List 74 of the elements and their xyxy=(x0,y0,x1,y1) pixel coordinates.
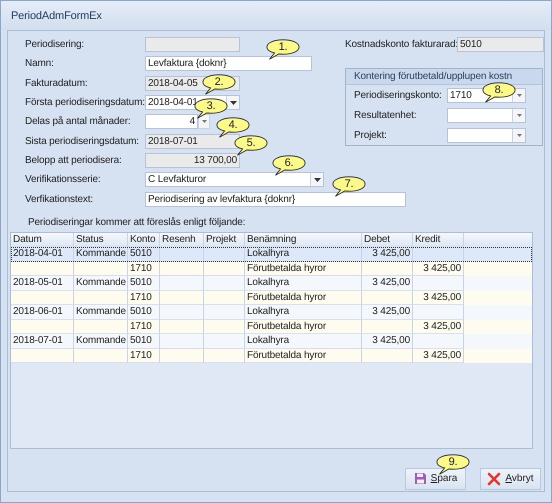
field-label: Verifikationsserie: xyxy=(25,174,102,186)
callout-tooltip: 4. xyxy=(215,117,251,139)
table-cell: 3 425,00 xyxy=(372,306,410,318)
table-row[interactable]: 1710 Förutbetalda hyror 3 425,00 xyxy=(11,262,532,276)
callout-tooltip: 8. xyxy=(481,82,517,104)
field-label: Belopp att periodisera: xyxy=(25,154,123,166)
table-cell: 1710 xyxy=(130,320,152,332)
table-cell: 2018-06-01 xyxy=(13,306,63,318)
table-cell: Lokalhyra xyxy=(247,306,290,318)
table-cell: 3 425,00 xyxy=(372,277,410,288)
field-label: Verfikationstext: xyxy=(25,194,94,205)
table-cell: 2018-05-01 xyxy=(13,277,63,288)
table-cell: 3 425,00 xyxy=(423,262,461,274)
table-row[interactable]: 1710 Förutbetalda hyror 3 425,00 xyxy=(11,290,532,306)
table-cell: Lokalhyra xyxy=(247,335,290,346)
table-cell: 3 425,00 xyxy=(423,292,461,303)
field-label: Periodiseringskonto: xyxy=(354,90,443,101)
table-cell: 3 425,00 xyxy=(372,248,410,260)
field-label: Periodisering: xyxy=(25,39,86,50)
table-row[interactable]: 2018-04-01 Kommande 5010 Lokalhyra 3 425,00 xyxy=(11,247,532,262)
table-cell: 2018-07-01 xyxy=(13,335,63,346)
field-label: Resultatenhet: xyxy=(354,110,418,121)
table-row[interactable]: 2018-07-01 Kommande 5010 Lokalhyra 3 425,00 xyxy=(11,334,532,349)
table-cell: Förutbetalda hyror xyxy=(247,262,326,274)
table-cell: Kommande xyxy=(76,306,126,318)
field-label: Delas på antal månader: xyxy=(25,116,132,128)
field-label: Kostnadskonto fakturarad: xyxy=(345,39,457,50)
save-button[interactable]: Spara xyxy=(405,468,466,490)
callout-tooltip: 5. xyxy=(233,135,269,157)
callout-tooltip: 6. xyxy=(271,155,307,177)
table-caption: Periodiseringar kommer att föreslås enligt följande: xyxy=(28,216,246,228)
text-field[interactable]: Levfaktura {doknr} xyxy=(145,56,312,72)
table-cell: 3 425,00 xyxy=(372,335,410,346)
field-label: Fakturadatum: xyxy=(25,78,89,89)
table-row[interactable]: 1710 Förutbetalda hyror 3 425,00 xyxy=(11,320,532,334)
table-cell: 5010 xyxy=(130,248,152,260)
table-row[interactable]: 2018-05-01 Kommande 5010 Lokalhyra 3 425,00 xyxy=(11,276,532,291)
callout-tooltip: 7. xyxy=(331,176,367,198)
field-label: Namn: xyxy=(25,58,55,70)
table-cell: 1710 xyxy=(130,292,152,303)
readonly-field: 13 700,00 xyxy=(145,152,240,168)
combo-box[interactable]: C Levfakturor xyxy=(145,172,324,188)
readonly-field: 5010 xyxy=(457,37,544,52)
table-cell: Förutbetalda hyror xyxy=(247,320,326,332)
table-cell: 1710 xyxy=(130,350,152,361)
cancel-button[interactable]: Avbryt xyxy=(480,468,541,490)
callout-tooltip: 1. xyxy=(265,39,301,61)
table-cell: Kommande xyxy=(76,277,126,288)
table-cell: 5010 xyxy=(130,335,152,346)
table-cell: 1710 xyxy=(130,262,152,274)
table-cell: Kommande xyxy=(76,248,126,260)
readonly-field: 2018-07-01 xyxy=(145,134,240,149)
table-cell: 3 425,00 xyxy=(423,350,461,361)
table-cell: 5010 xyxy=(130,306,152,318)
field-label: Första periodiseringsdatum: xyxy=(25,97,145,108)
number-field[interactable]: 4 xyxy=(145,114,198,130)
text-field[interactable]: Periodisering av levfaktura {doknr} xyxy=(145,192,406,207)
callout-tooltip: 2. xyxy=(201,74,237,96)
table-cell: 2018-04-01 xyxy=(13,248,63,260)
table-cell: Förutbetalda hyror xyxy=(247,292,326,303)
field-label: Sista periodiseringsdatum: xyxy=(25,136,140,147)
callout-tooltip: 9. xyxy=(435,454,471,476)
table-cell: Förutbetalda hyror xyxy=(247,350,326,361)
field-label: Projekt: xyxy=(354,130,388,141)
window-title: PeriodAdmFormEx xyxy=(11,10,102,22)
table-row[interactable]: 1710 Förutbetalda hyror 3 425,00 xyxy=(11,348,532,364)
table-cell: Kommande xyxy=(76,335,126,346)
table-cell: Lokalhyra xyxy=(247,248,290,260)
table-cell: Lokalhyra xyxy=(247,277,290,288)
group-title: Kontering förutbetald/upplupen kostn xyxy=(354,71,512,82)
table-cell: 5010 xyxy=(130,277,152,288)
table-cell: 3 425,00 xyxy=(423,320,461,332)
close-icon xyxy=(487,472,502,486)
table-row[interactable]: 2018-06-01 Kommande 5010 Lokalhyra 3 425,00 xyxy=(11,305,532,320)
